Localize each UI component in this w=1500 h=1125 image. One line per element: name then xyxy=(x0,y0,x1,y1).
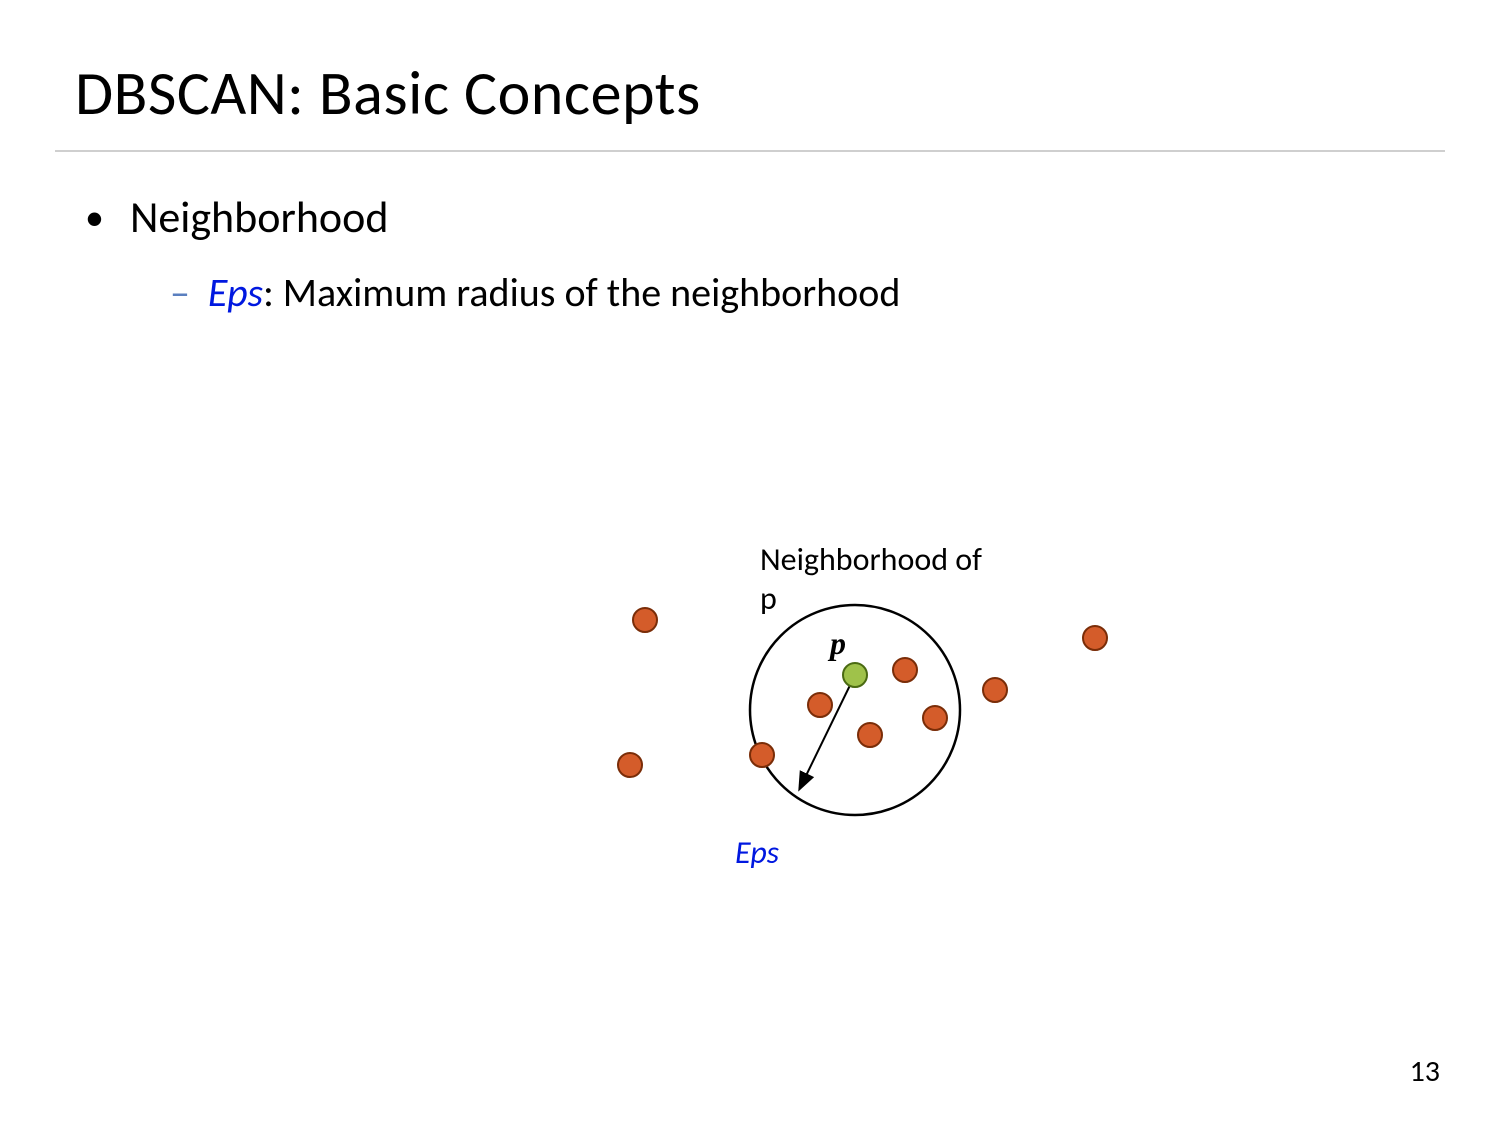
bullet-level2: – Eps: Maximum radius of the neighborhoo… xyxy=(170,268,900,317)
data-point xyxy=(858,723,882,747)
diagram-svg xyxy=(300,540,1200,900)
data-point xyxy=(923,706,947,730)
bullet-dash-icon: – xyxy=(170,268,190,317)
data-point xyxy=(983,678,1007,702)
slide: DBSCAN: Basic Concepts • Neighborhood – … xyxy=(0,0,1500,1125)
data-point xyxy=(618,753,642,777)
data-point xyxy=(1083,626,1107,650)
neighborhood-diagram: Neighborhood of p p Eps xyxy=(300,540,1000,900)
eps-term: Eps xyxy=(208,268,263,317)
bullet-dot-icon: • xyxy=(85,195,104,241)
center-point-p xyxy=(843,663,867,687)
bullet-level1: • Neighborhood xyxy=(85,190,388,244)
data-point xyxy=(633,608,657,632)
bullet-level2-text: Eps: Maximum radius of the neighborhood xyxy=(208,268,900,317)
slide-title: DBSCAN: Basic Concepts xyxy=(75,55,701,131)
data-point xyxy=(750,743,774,767)
bullet-level2-rest: : Maximum radius of the neighborhood xyxy=(263,268,900,317)
data-point xyxy=(808,693,832,717)
eps-radius-arrow xyxy=(800,675,855,788)
title-rule xyxy=(55,150,1445,152)
bullet-level1-text: Neighborhood xyxy=(130,190,389,244)
data-point xyxy=(893,658,917,682)
page-number: 13 xyxy=(1410,1053,1440,1090)
